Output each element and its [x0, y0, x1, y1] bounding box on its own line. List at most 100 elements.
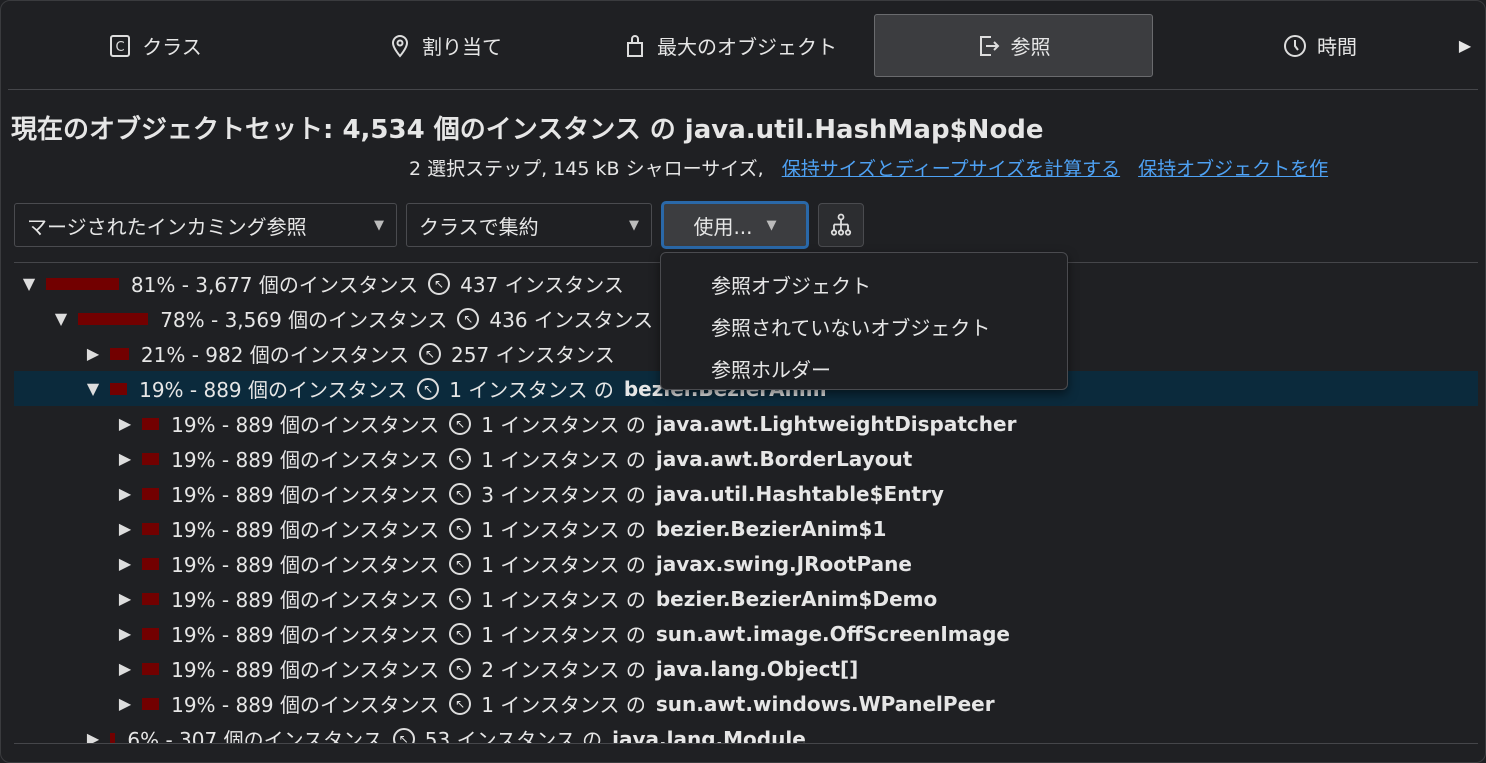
- class-name: java.awt.BorderLayout: [655, 446, 913, 471]
- collapsed-arrow-icon[interactable]: ▶: [114, 554, 136, 573]
- class-name: bezier.BezierAnim$Demo: [655, 586, 938, 611]
- collapsed-arrow-icon[interactable]: ▶: [82, 729, 104, 743]
- collapsed-arrow-icon[interactable]: ▶: [114, 589, 136, 608]
- percentage-bar: [110, 732, 116, 743]
- retained-objects-link[interactable]: 保持オブジェクトを作: [1138, 154, 1328, 181]
- class-name: javax.swing.JRootPane: [655, 551, 912, 576]
- hierarchy-icon: [830, 213, 852, 236]
- instance-percentage: 19% - 889 個のインスタンス: [171, 693, 440, 717]
- instance-percentage: 19% - 889 個のインスタンス: [171, 553, 440, 577]
- collapsed-arrow-icon[interactable]: ▶: [82, 344, 104, 363]
- chevron-down-icon: ▼: [629, 217, 639, 233]
- tab-label: クラス: [142, 35, 202, 59]
- instance-percentage: 81% - 3,677 個のインスタンス: [130, 273, 419, 297]
- reference-arrow-icon: ↖: [449, 447, 472, 470]
- percentage-bar: [142, 592, 160, 605]
- menu-item-referenced-objects[interactable]: 参照オブジェクト: [661, 263, 1067, 305]
- percentage-bar: [46, 277, 119, 290]
- instance-percentage: 19% - 889 個のインスタンス: [171, 483, 440, 507]
- collapsed-arrow-icon[interactable]: ▶: [114, 414, 136, 433]
- class-name: java.lang.Module: [612, 726, 806, 744]
- collapsed-arrow-icon[interactable]: ▶: [114, 694, 136, 713]
- reference-mode-select[interactable]: マージされたインカミング参照 ▼: [14, 203, 397, 247]
- collapsed-arrow-icon[interactable]: ▶: [114, 449, 136, 468]
- tree-row[interactable]: ▶ 19% - 889 個のインスタンス ↖ 3 インスタンス の java.u…: [14, 476, 1478, 511]
- collapsed-arrow-icon[interactable]: ▶: [114, 659, 136, 678]
- tree-row[interactable]: ▶ 19% - 889 個のインスタンス ↖ 1 インスタンス の bezier…: [14, 511, 1478, 546]
- use-button[interactable]: 使用... ▼: [661, 201, 809, 249]
- reference-arrow-icon: ↖: [449, 657, 472, 680]
- expanded-arrow-icon[interactable]: ▼: [82, 379, 104, 398]
- instance-percentage: 19% - 889 個のインスタンス: [171, 623, 440, 647]
- instance-count: 1 インスタンス の: [481, 588, 646, 612]
- percentage-bar: [142, 417, 160, 430]
- chevron-down-icon: ▼: [766, 217, 777, 233]
- tab-biggest-objects[interactable]: 最大のオブジェクト: [600, 14, 860, 77]
- tab-allocations[interactable]: 割り当て: [330, 14, 560, 77]
- tab-label: 最大のオブジェクト: [657, 35, 837, 59]
- tab-time[interactable]: 時間: [1190, 14, 1450, 77]
- class-name: java.awt.LightweightDispatcher: [655, 411, 1017, 436]
- tree-row[interactable]: ▶ 19% - 889 個のインスタンス ↖ 1 インスタンス の sun.aw…: [14, 616, 1478, 651]
- percentage-bar: [142, 522, 160, 535]
- aggregation-value: クラスで集約: [419, 214, 539, 239]
- calculate-retained-sizes-link[interactable]: 保持サイズとディープサイズを計算する: [782, 154, 1120, 181]
- instance-percentage: 19% - 889 個のインスタンス: [171, 413, 440, 437]
- percentage-bar: [110, 347, 129, 360]
- instance-count: 1 インスタンス の: [481, 518, 646, 542]
- instance-percentage: 19% - 889 個のインスタンス: [139, 378, 408, 402]
- bag-icon: [627, 34, 643, 57]
- tab-classes[interactable]: C クラス: [40, 14, 270, 77]
- collapsed-arrow-icon[interactable]: ▶: [114, 519, 136, 538]
- tree-view-button[interactable]: [818, 203, 864, 247]
- instance-percentage: 21% - 982 個のインスタンス: [140, 343, 410, 367]
- use-dropdown-menu: 参照オブジェクト 参照されていないオブジェクト 参照ホルダー: [660, 252, 1068, 390]
- instance-count: 3 インスタンス の: [481, 483, 646, 507]
- reference-arrow-icon: ↖: [449, 517, 472, 540]
- location-pin-icon: [391, 34, 409, 58]
- percentage-bar: [142, 487, 160, 500]
- collapsed-arrow-icon[interactable]: ▶: [114, 624, 136, 643]
- view-tabs: C クラス 割り当て 最大のオブジェクト 参照 時間 ▶: [0, 14, 1486, 78]
- tab-references[interactable]: 参照: [874, 14, 1153, 77]
- instance-percentage: 19% - 889 個のインスタンス: [171, 588, 440, 612]
- tree-row[interactable]: ▶ 19% - 889 個のインスタンス ↖ 1 インスタンス の javax.…: [14, 546, 1478, 581]
- tree-row[interactable]: ▶ 19% - 889 個のインスタンス ↖ 1 インスタンス の sun.aw…: [14, 686, 1478, 721]
- class-name: java.lang.Object[]: [655, 656, 859, 681]
- instance-percentage: 19% - 889 個のインスタンス: [171, 448, 440, 472]
- clock-icon: [1284, 34, 1306, 57]
- tree-row[interactable]: ▶ 19% - 889 個のインスタンス ↖ 1 インスタンス の java.a…: [14, 441, 1478, 476]
- tree-row[interactable]: ▶ 6% - 307 個のインスタンス ↖ 53 インスタンス の java.l…: [14, 721, 1478, 744]
- class-name: sun.awt.image.OffScreenImage: [655, 621, 1010, 646]
- tree-row[interactable]: ▶ 19% - 889 個のインスタンス ↖ 2 インスタンス の java.l…: [14, 651, 1478, 686]
- menu-item-reference-holders[interactable]: 参照ホルダー: [661, 347, 1067, 389]
- tabs-scroll-right-icon[interactable]: ▶: [1450, 14, 1480, 77]
- tree-row[interactable]: ▶ 19% - 889 個のインスタンス ↖ 1 インスタンス の bezier…: [14, 581, 1478, 616]
- tree-row[interactable]: ▶ 19% - 889 個のインスタンス ↖ 1 インスタンス の java.a…: [14, 406, 1478, 441]
- expanded-arrow-icon[interactable]: ▼: [50, 309, 72, 328]
- divider: [8, 89, 1478, 90]
- instance-count: 1 インスタンス の: [481, 413, 646, 437]
- reference-arrow-icon: ↖: [449, 692, 472, 715]
- percentage-bar: [142, 557, 160, 570]
- menu-item-unreferenced-objects[interactable]: 参照されていないオブジェクト: [661, 305, 1067, 347]
- instance-count: 2 インスタンス の: [481, 658, 646, 682]
- aggregation-select[interactable]: クラスで集約 ▼: [406, 203, 652, 247]
- tab-label: 参照: [1010, 35, 1051, 59]
- instance-count: 257 インスタンス: [451, 343, 615, 367]
- chevron-down-icon: ▼: [374, 217, 384, 233]
- reference-arrow-icon: ↖: [449, 622, 472, 645]
- tab-label: 時間: [1317, 35, 1357, 59]
- percentage-bar: [142, 662, 160, 675]
- instance-count: 1 インスタンス の: [481, 448, 646, 472]
- collapsed-arrow-icon[interactable]: ▶: [114, 484, 136, 503]
- class-name: bezier.BezierAnim$1: [655, 516, 887, 541]
- reference-icon: [979, 35, 999, 56]
- reference-arrow-icon: ↖: [449, 587, 472, 610]
- object-set-summary: 2 選択ステップ, 145 kB シャローサイズ, 保持サイズとディープサイズを…: [409, 154, 1328, 181]
- summary-text: 2 選択ステップ, 145 kB シャローサイズ,: [409, 158, 764, 180]
- reference-arrow-icon: ↖: [419, 342, 442, 365]
- page-title: 現在のオブジェクトセット: 4,534 個のインスタンス の java.util…: [11, 115, 1044, 145]
- expanded-arrow-icon[interactable]: ▼: [18, 274, 40, 293]
- reference-arrow-icon: ↖: [457, 307, 480, 330]
